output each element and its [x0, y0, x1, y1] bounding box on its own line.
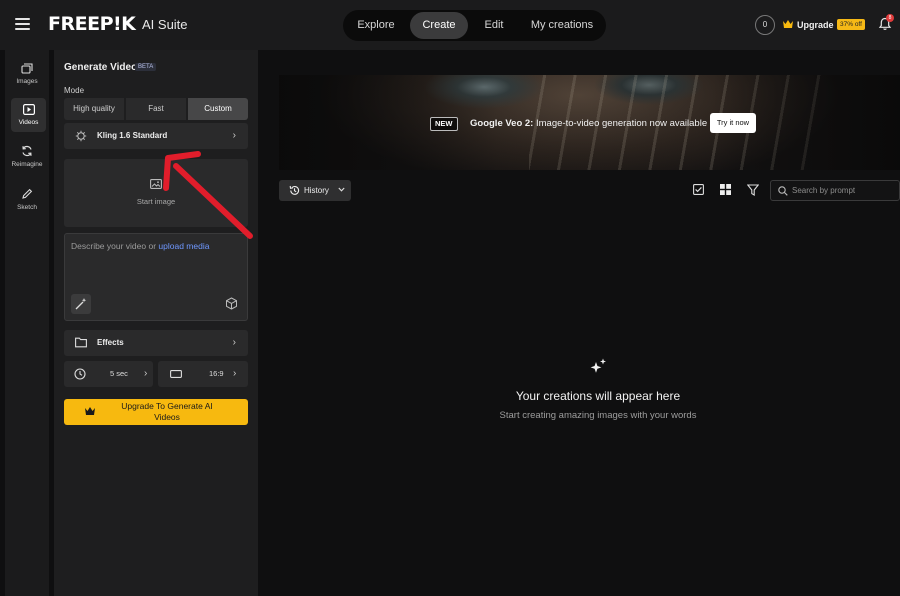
- aspect-ratio-value: 16:9: [209, 369, 224, 378]
- chevron-right-icon: ›: [232, 130, 236, 141]
- rail-label-reimagine: Reimagine: [11, 161, 43, 168]
- grid-view-icon[interactable]: [720, 184, 731, 195]
- annotation-arrow: [163, 151, 253, 239]
- mode-high-quality[interactable]: High quality: [64, 98, 124, 120]
- chevron-right-icon: ›: [144, 368, 148, 379]
- history-label: History: [304, 186, 329, 195]
- menu-icon[interactable]: [15, 18, 30, 30]
- kling-model-icon: [75, 130, 87, 142]
- freepik-logo[interactable]: FREEP!K: [48, 13, 136, 35]
- top-bar: FREEP!K AI Suite Explore Create Edit My …: [0, 0, 900, 50]
- mode-custom[interactable]: Custom: [188, 98, 248, 120]
- sparkles-icon: [590, 358, 606, 373]
- video-icon: [22, 104, 35, 115]
- chevron-down-icon: [338, 187, 345, 192]
- cube-icon[interactable]: [225, 297, 238, 310]
- aspect-ratio-icon: [170, 370, 182, 378]
- banner-headline: Google Veo 2: Image-to-video generation …: [470, 118, 707, 129]
- model-name: Kling 1.6 Standard: [97, 131, 168, 140]
- chevron-right-icon: ›: [233, 368, 237, 379]
- rail-item-videos[interactable]: Videos: [11, 98, 46, 132]
- generate-video-panel: Generate Video BETA Mode High quality Fa…: [54, 50, 258, 596]
- mode-label: Mode: [64, 86, 85, 95]
- upgrade-generate-label: Upgrade To Generate AI Videos: [121, 401, 213, 422]
- crown-icon: [85, 407, 95, 415]
- discount-badge: 37% off: [837, 19, 865, 30]
- upgrade-generate-button[interactable]: Upgrade To Generate AI Videos: [64, 399, 248, 425]
- search-placeholder: Search by prompt: [792, 186, 856, 195]
- history-dropdown[interactable]: History: [279, 180, 351, 201]
- reimagine-icon: [22, 145, 32, 157]
- rail-label-sketch: Sketch: [17, 204, 37, 211]
- new-badge: NEW: [430, 117, 458, 131]
- images-icon: [21, 63, 33, 74]
- model-selector[interactable]: Kling 1.6 Standard ›: [64, 123, 248, 149]
- filter-icon[interactable]: [747, 184, 759, 196]
- crown-icon: [783, 20, 793, 28]
- empty-state-subtitle: Start creating amazing images with your …: [499, 410, 697, 421]
- rail-item-images[interactable]: Images: [5, 61, 49, 91]
- empty-state-title: Your creations will appear here: [515, 389, 681, 403]
- main-nav: Explore Create Edit My creations: [343, 10, 606, 41]
- rail-item-sketch[interactable]: Sketch: [5, 188, 49, 218]
- mode-selector: High quality Fast Custom: [64, 98, 248, 120]
- effects-label: Effects: [97, 338, 124, 347]
- aspect-ratio-selector[interactable]: 16:9 ›: [158, 361, 248, 387]
- rail-item-reimagine[interactable]: Reimagine: [5, 145, 49, 175]
- beta-badge: BETA: [135, 63, 157, 71]
- nav-explore[interactable]: Explore: [348, 10, 404, 41]
- search-input[interactable]: Search by prompt: [770, 180, 900, 201]
- enhance-prompt-button[interactable]: [71, 294, 91, 314]
- magic-wand-icon: [75, 298, 87, 310]
- rail-label-images: Images: [16, 78, 38, 85]
- chevron-right-icon: ›: [232, 337, 236, 348]
- folder-icon: [75, 337, 87, 348]
- tool-rail: Images Videos Reimagine Sketch: [5, 50, 49, 596]
- effects-button[interactable]: Effects ›: [64, 330, 248, 356]
- pencil-icon: [22, 188, 33, 199]
- nav-create[interactable]: Create: [410, 12, 468, 39]
- notification-badge: 8: [886, 14, 894, 22]
- upgrade-link[interactable]: Upgrade: [797, 20, 834, 30]
- select-checkbox-icon[interactable]: [693, 184, 704, 195]
- duration-selector[interactable]: 5 sec ›: [64, 361, 153, 387]
- prompt-textarea[interactable]: Describe your video or upload media: [64, 233, 248, 321]
- panel-title: Generate Video: [64, 62, 138, 73]
- prompt-placeholder: Describe your video or: [71, 241, 157, 251]
- duration-value: 5 sec: [110, 369, 128, 378]
- search-icon: [778, 186, 788, 196]
- credits-counter[interactable]: 0: [755, 15, 775, 35]
- banner-headline-rest: Image-to-video generation now available: [533, 118, 708, 129]
- nav-edit[interactable]: Edit: [471, 10, 517, 41]
- ai-suite-label: AI Suite: [142, 17, 188, 32]
- nav-my-creations[interactable]: My creations: [523, 10, 601, 41]
- try-it-now-button[interactable]: Try it now: [710, 113, 756, 133]
- promo-banner[interactable]: NEW Google Veo 2: Image-to-video generat…: [279, 75, 900, 170]
- history-icon: [289, 185, 300, 195]
- mode-fast[interactable]: Fast: [126, 98, 186, 120]
- rail-label-videos: Videos: [18, 119, 39, 126]
- banner-headline-bold: Google Veo 2:: [470, 118, 534, 129]
- clock-icon: [74, 368, 86, 380]
